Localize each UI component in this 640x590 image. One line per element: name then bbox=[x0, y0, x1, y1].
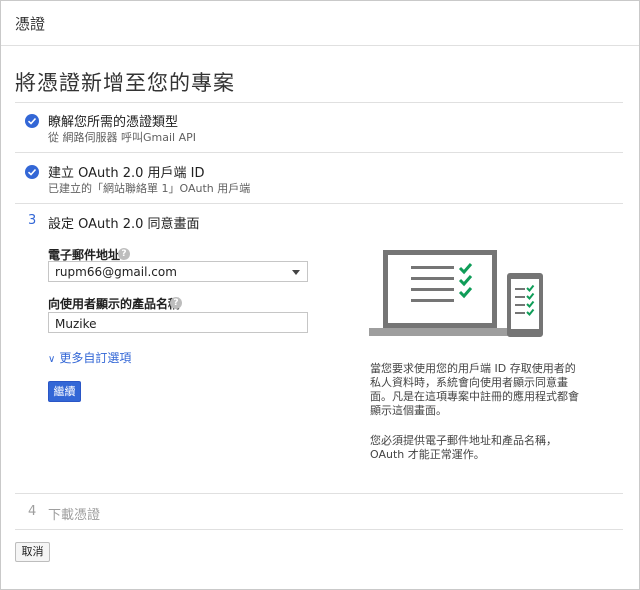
step-1-check-icon bbox=[25, 114, 39, 128]
step-2-title[interactable]: 建立 OAuth 2.0 用戶端 ID bbox=[48, 162, 205, 181]
list-line-icon bbox=[411, 288, 454, 291]
list-line-icon bbox=[411, 299, 454, 302]
cancel-button[interactable]: 取消 bbox=[15, 542, 50, 562]
email-select-value: rupm66@gmail.com bbox=[55, 265, 177, 279]
step-2-check-icon bbox=[25, 165, 39, 179]
help-icon[interactable]: ? bbox=[170, 297, 182, 309]
step-4-number: 4 bbox=[28, 504, 37, 519]
divider bbox=[15, 529, 623, 530]
divider bbox=[15, 152, 623, 153]
step-3-number: 3 bbox=[28, 213, 37, 228]
divider bbox=[15, 102, 623, 103]
step-4-title: 下載憑證 bbox=[48, 508, 101, 523]
divider bbox=[15, 203, 623, 204]
more-options-link[interactable]: ∨ 更多自訂選項 bbox=[48, 349, 131, 366]
dropdown-caret-icon bbox=[292, 270, 300, 275]
list-line-icon bbox=[515, 312, 525, 314]
laptop-base bbox=[369, 328, 511, 336]
list-line-icon bbox=[515, 296, 525, 298]
more-options-label: 更多自訂選項 bbox=[59, 351, 132, 365]
list-line-icon bbox=[515, 304, 525, 306]
oauth-consent-illustration bbox=[369, 250, 543, 337]
top-bar: 憑證 bbox=[1, 1, 639, 46]
step-1-subtitle: 從 網路伺服器 呼叫Gmail API bbox=[48, 131, 196, 144]
chevron-down-icon: ∨ bbox=[48, 354, 56, 365]
list-line-icon bbox=[411, 277, 454, 280]
step-2-subtitle: 已建立的「網站聯絡單 1」OAuth 用戶端 bbox=[48, 182, 251, 195]
product-name-field[interactable] bbox=[48, 312, 308, 334]
requirements-note: 您必須提供電子郵件地址和產品名稱，OAuth 才能正常運作。 bbox=[370, 434, 557, 461]
consent-description: 當您要求使用您的用戶端 ID 存取使用者的私人資料時，系統會向使用者顯示同意畫面… bbox=[370, 362, 579, 417]
step-1-title[interactable]: 瞭解您所需的憑證類型 bbox=[48, 111, 178, 130]
divider bbox=[15, 493, 623, 494]
help-icon[interactable]: ? bbox=[118, 248, 130, 260]
continue-button[interactable]: 繼續 bbox=[48, 381, 81, 402]
page-title: 將憑證新增至您的專案 bbox=[15, 71, 235, 95]
product-name-input[interactable] bbox=[49, 314, 307, 334]
product-name-label: 向使用者顯示的產品名稱 bbox=[48, 297, 181, 311]
email-select[interactable]: rupm66@gmail.com bbox=[48, 261, 308, 282]
step-3-title: 設定 OAuth 2.0 同意畫面 bbox=[48, 217, 200, 232]
page-frame: 憑證 將憑證新增至您的專案 瞭解您所需的憑證類型 從 網路伺服器 呼叫Gmail… bbox=[0, 0, 640, 590]
list-line-icon bbox=[411, 266, 454, 269]
list-line-icon bbox=[515, 288, 525, 290]
header-title: 憑證 bbox=[15, 15, 46, 33]
